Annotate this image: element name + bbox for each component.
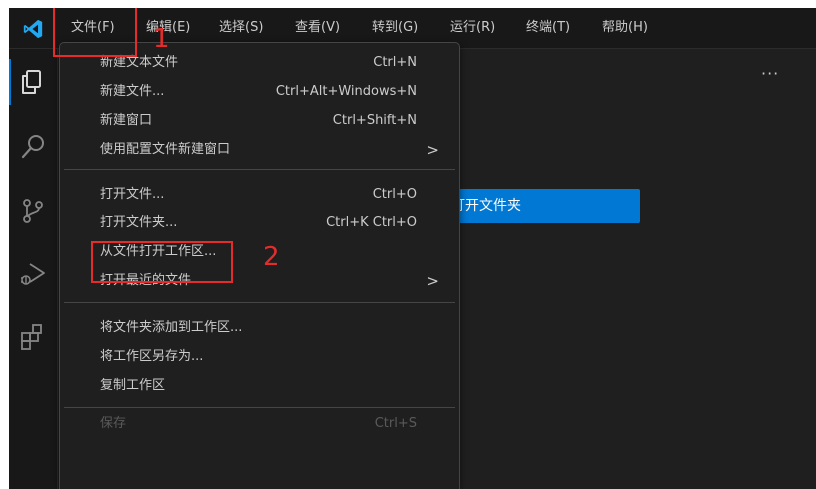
- annotation-box-open-folder: [91, 241, 233, 283]
- menu-item-label: 使用配置文件新建窗口: [100, 142, 231, 157]
- annotation-box-file-menu: [53, 8, 137, 57]
- explorer-icon[interactable]: [18, 67, 48, 97]
- menu-item-shortcut: Ctrl+S: [374, 416, 417, 431]
- menu-item-label: 将文件夹添加到工作区...: [100, 320, 243, 335]
- menu-item-label: 打开文件夹...: [100, 215, 178, 230]
- menu-item-shortcut: Ctrl+N: [373, 55, 417, 70]
- source-control-icon[interactable]: [18, 196, 48, 226]
- menu-view[interactable]: 查看(V): [295, 19, 340, 37]
- menu-item-open-folder[interactable]: 打开文件夹... Ctrl+K Ctrl+O: [60, 209, 459, 237]
- menu-item-new-file[interactable]: 新建文件... Ctrl+Alt+Windows+N: [60, 78, 459, 106]
- open-folder-button[interactable]: 打开文件夹: [449, 189, 640, 223]
- menu-separator: [64, 169, 455, 170]
- menu-item-open-file[interactable]: 打开文件... Ctrl+O: [60, 181, 459, 209]
- run-debug-icon[interactable]: [18, 259, 48, 289]
- submenu-arrow-icon: >: [426, 272, 439, 290]
- menu-item-shortcut: Ctrl+K Ctrl+O: [326, 215, 417, 230]
- annotation-number-2: 2: [263, 242, 280, 272]
- menu-item-shortcut: Ctrl+Alt+Windows+N: [275, 84, 417, 99]
- menu-item-label: 打开文件...: [100, 187, 165, 202]
- menu-selection[interactable]: 选择(S): [219, 19, 263, 37]
- annotation-number-1: 1: [153, 24, 170, 54]
- activity-bar: [9, 49, 58, 489]
- menu-separator: [64, 302, 455, 303]
- menu-go[interactable]: 转到(G): [372, 19, 418, 37]
- menu-item-add-folder-to-workspace[interactable]: 将文件夹添加到工作区...: [60, 314, 459, 342]
- vscode-window: 文件(F) 编辑(E) 选择(S) 查看(V) 转到(G) 运行(R) 终端(T…: [9, 8, 816, 489]
- vscode-logo-icon: [23, 19, 43, 39]
- menu-item-shortcut: Ctrl+O: [372, 187, 417, 202]
- menu-item-save-workspace-as[interactable]: 将工作区另存为...: [60, 343, 459, 371]
- menu-item-label: 新建文件...: [100, 84, 165, 99]
- extensions-icon[interactable]: [18, 322, 48, 352]
- open-folder-button-label: 打开文件夹: [451, 198, 521, 214]
- submenu-arrow-icon: >: [426, 141, 439, 159]
- menu-item-duplicate-workspace[interactable]: 复制工作区: [60, 372, 459, 400]
- menu-item-new-window[interactable]: 新建窗口 Ctrl+Shift+N: [60, 107, 459, 135]
- menu-item-new-window-with-profile[interactable]: 使用配置文件新建窗口 >: [60, 136, 459, 164]
- menu-help[interactable]: 帮助(H): [602, 19, 648, 37]
- menu-item-shortcut: Ctrl+Shift+N: [332, 113, 417, 128]
- menu-item-label: 新建窗口: [100, 113, 153, 128]
- search-icon[interactable]: [18, 132, 48, 162]
- menu-run[interactable]: 运行(R): [450, 19, 495, 37]
- menu-item-label: 将工作区另存为...: [100, 349, 204, 364]
- menu-item-save[interactable]: 保存 Ctrl+S: [60, 410, 459, 438]
- menu-item-label: 保存: [100, 416, 127, 431]
- more-actions-icon[interactable]: ···: [761, 66, 779, 82]
- menu-terminal[interactable]: 终端(T): [526, 19, 570, 37]
- menu-separator: [64, 407, 455, 408]
- menu-item-label: 复制工作区: [100, 378, 166, 393]
- active-view-indicator: [9, 59, 11, 105]
